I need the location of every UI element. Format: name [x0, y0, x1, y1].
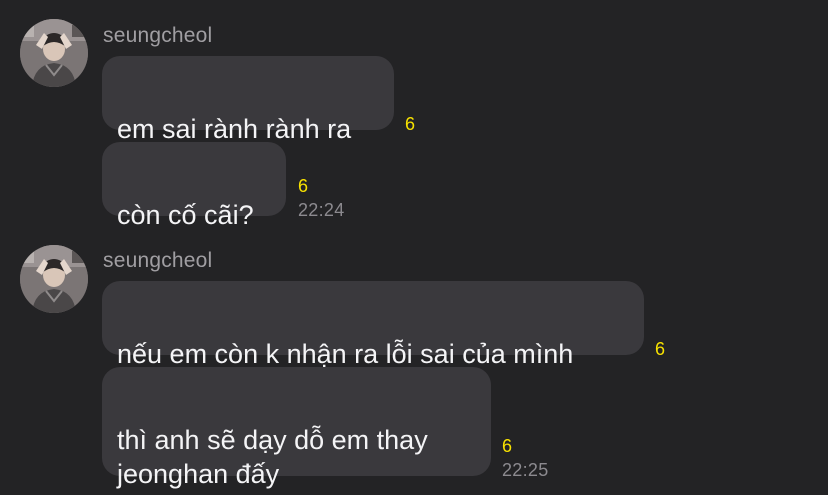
sender-avatar[interactable] — [20, 19, 88, 87]
message-timestamp: 22:24 — [298, 200, 345, 220]
avatar-photo — [20, 19, 88, 87]
message-bubble[interactable]: em sai rành rành ra — [102, 56, 394, 144]
message-text: nếu em còn k nhận ra lỗi sai của mình — [117, 339, 574, 369]
chat-view: seungcheol em sai rành rành ra 6 còn cố … — [0, 0, 828, 495]
unread-count: 6 — [655, 339, 666, 359]
message-bubble[interactable]: nếu em còn k nhận ra lỗi sai của mình — [102, 281, 644, 369]
message-text: còn cố cãi? — [117, 200, 254, 230]
unread-count: 6 — [298, 176, 309, 196]
message-bubble[interactable]: thì anh sẽ dạy dỗ em thay jeonghan đấy — [102, 367, 491, 489]
message-text: thì anh sẽ dạy dỗ em thay jeonghan đấy — [117, 425, 428, 489]
avatar-photo — [20, 245, 88, 313]
message-timestamp: 22:25 — [502, 460, 549, 480]
unread-count: 6 — [405, 114, 416, 134]
sender-name: seungcheol — [103, 249, 213, 272]
message-text: em sai rành rành ra — [117, 114, 352, 144]
unread-count: 6 — [502, 436, 513, 456]
sender-avatar[interactable] — [20, 245, 88, 313]
message-bubble[interactable]: còn cố cãi? — [102, 142, 286, 230]
sender-name: seungcheol — [103, 24, 213, 47]
